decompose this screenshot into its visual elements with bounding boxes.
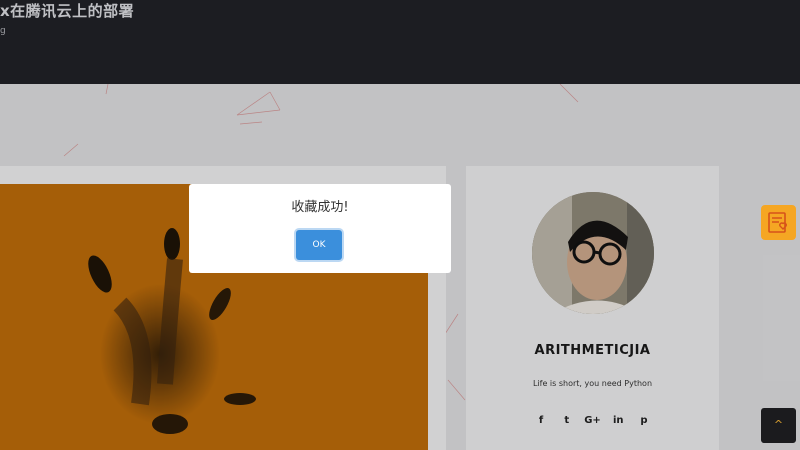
alert-message: 收藏成功!	[291, 200, 349, 215]
post-subtitle: g	[0, 26, 6, 36]
chevron-up-icon: ^	[773, 418, 784, 431]
site-header: x在腾讯云上的部署 g	[0, 0, 800, 84]
post-title: x在腾讯云上的部署	[0, 2, 135, 20]
ok-button[interactable]: OK	[296, 230, 342, 260]
alert-dialog: 收藏成功! OK	[189, 184, 451, 273]
favorite-list-button[interactable]	[761, 205, 796, 240]
back-to-top-button[interactable]: ^	[761, 408, 796, 443]
favorite-list-icon	[768, 212, 787, 233]
